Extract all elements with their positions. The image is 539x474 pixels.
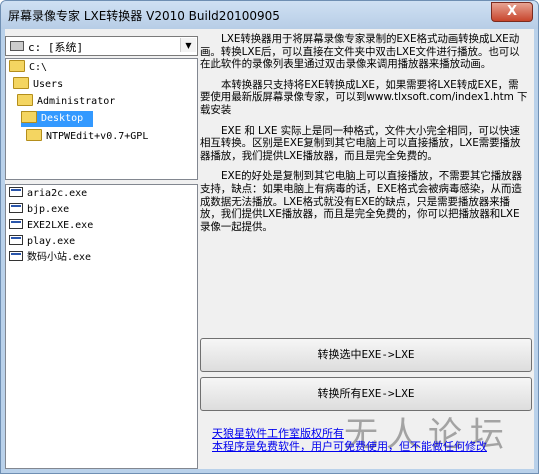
free-software-link[interactable]: 本程序是免费软件，用户可免费使用，但不能做任何修改 [212, 438, 487, 454]
exe-file-icon [9, 187, 23, 197]
file-item[interactable]: aria2c.exe [9, 186, 87, 202]
drive-icon [10, 41, 24, 51]
exe-file-icon [9, 203, 23, 213]
exe-file-icon [9, 235, 23, 245]
dropdown-arrow-icon[interactable]: ▼ [180, 38, 196, 52]
file-item[interactable]: play.exe [9, 234, 75, 250]
file-item[interactable]: 数码小站.exe [9, 250, 91, 266]
directory-item-users[interactable]: Users [13, 77, 103, 93]
convert-all-button[interactable]: 转换所有EXE->LXE [200, 377, 532, 411]
convert-selected-button[interactable]: 转换选中EXE->LXE [200, 338, 532, 372]
directory-list[interactable]: C:\ Users Administrator Desktop NTPWEdit… [5, 58, 198, 180]
folder-icon [26, 129, 42, 141]
open-folder-icon [13, 77, 29, 89]
exe-file-icon [9, 251, 23, 261]
file-item[interactable]: bjp.exe [9, 202, 69, 218]
description-paragraph: 本转换器只支持将EXE转换成LXE，如果需要将LXE转成EXE，需要使用最新版屏… [200, 78, 528, 116]
directory-label: C:\ [29, 62, 48, 73]
open-folder-icon [21, 111, 37, 123]
description-paragraph: EXE 和 LXE 实际上是同一种格式，文件大小完全相同，可以快速相互转换。区别… [200, 124, 521, 162]
file-name: 数码小站.exe [27, 252, 92, 263]
file-item[interactable]: EXE2LXE.exe [9, 218, 93, 234]
directory-item-root[interactable]: C:\ [9, 60, 89, 76]
file-name: EXE2LXE.exe [27, 220, 94, 231]
description-paragraph: LXE转换器用于将屏幕录像专家录制的EXE格式动画转换成LXE动画。转换LXE后… [200, 33, 520, 71]
directory-item-administrator[interactable]: Administrator [17, 94, 137, 110]
exe-file-icon [9, 219, 23, 229]
drive-select-value: c: [系统] [28, 41, 84, 54]
description-paragraph: EXE的好处是复制到其它电脑上可以直接播放，不需要其它播放器支持，缺点：如果电脑… [200, 170, 522, 233]
directory-label: Desktop [41, 113, 84, 124]
open-folder-icon [9, 60, 25, 72]
directory-item-ntpwedit[interactable]: NTPWEdit+v0.7+GPL [26, 129, 191, 145]
close-button[interactable]: X [491, 2, 533, 22]
drive-select[interactable]: c: [系统] ▼ [5, 36, 198, 56]
directory-label: Administrator [37, 96, 116, 107]
file-name: bjp.exe [27, 204, 70, 215]
directory-label: Users [33, 79, 64, 90]
file-list[interactable]: aria2c.exe bjp.exe EXE2LXE.exe play.exe … [5, 184, 198, 469]
directory-label: NTPWEdit+v0.7+GPL [46, 131, 149, 142]
client-area: c: [系统] ▼ C:\ Users Administrator Deskto… [5, 29, 534, 469]
title-bar[interactable]: 屏幕录像专家 LXE转换器 V2010 Build20100905 X [1, 1, 538, 29]
app-window: 屏幕录像专家 LXE转换器 V2010 Build20100905 X c: [… [0, 0, 539, 474]
window-title: 屏幕录像专家 LXE转换器 V2010 Build20100905 [8, 9, 280, 23]
directory-item-desktop[interactable]: Desktop [21, 111, 93, 127]
description-text: LXE转换器用于将屏幕录像专家录制的EXE格式动画转换成LXE动画。转换LXE后… [200, 33, 528, 343]
open-folder-icon [17, 94, 33, 106]
file-name: play.exe [27, 236, 76, 247]
file-name: aria2c.exe [27, 188, 88, 199]
